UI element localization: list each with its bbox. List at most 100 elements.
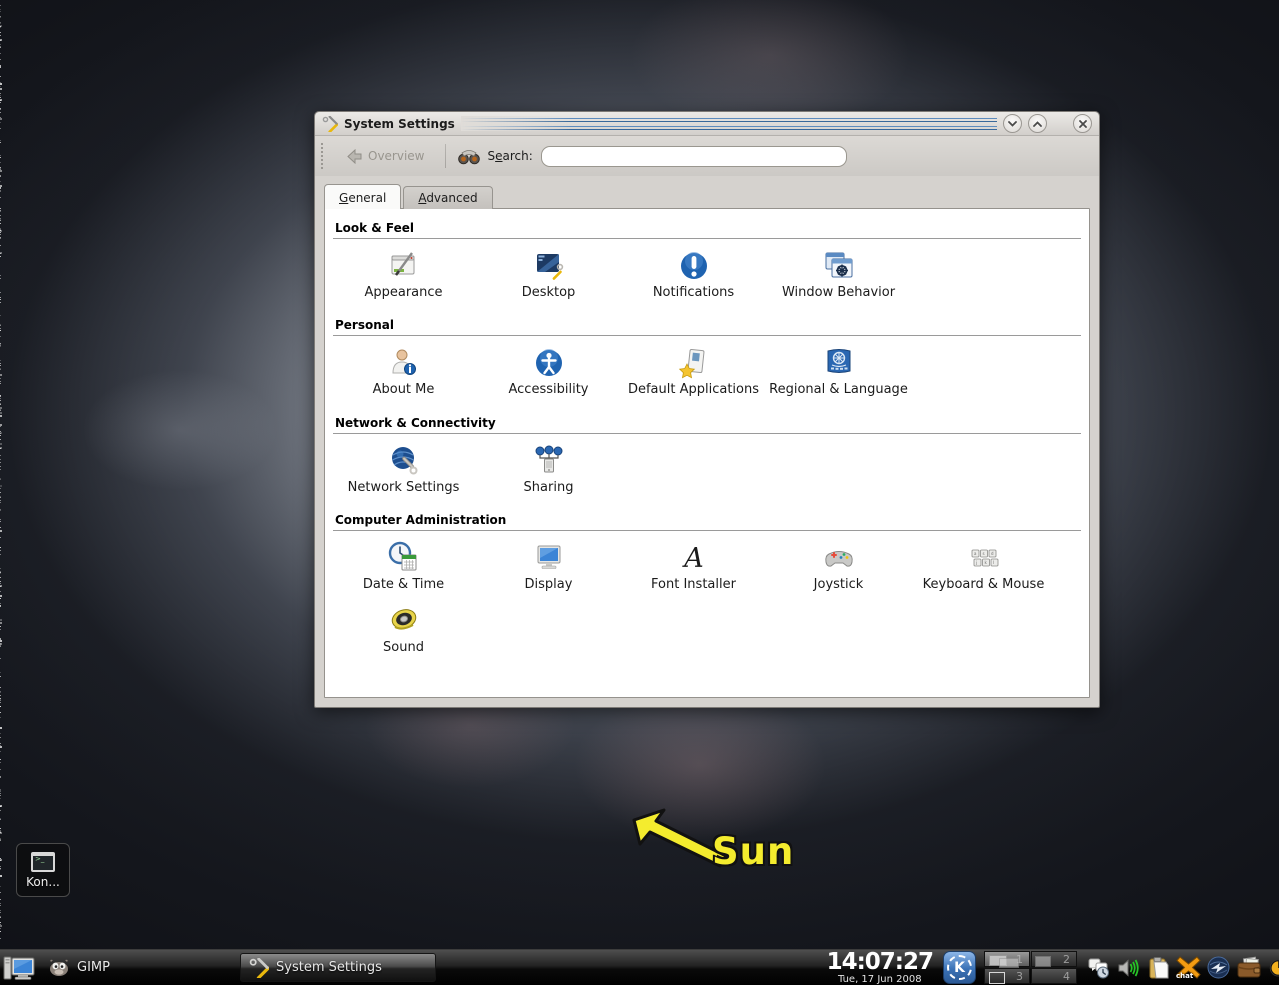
item-accessibility[interactable]: Accessibility [476, 342, 621, 405]
messages-clock-tray-icon[interactable] [1085, 954, 1112, 981]
item-label: Window Behavior [782, 286, 895, 300]
settings-content-panel: Look & Feel Appearance [324, 208, 1090, 698]
date-time-icon [387, 541, 421, 575]
svg-text:j: j [975, 560, 977, 565]
chat-offline-tray-icon[interactable]: chat [1175, 954, 1202, 981]
tab-advanced[interactable]: Advanced [403, 186, 492, 209]
section-title: Look & Feel [331, 219, 1083, 238]
tab-general[interactable]: General [324, 184, 401, 209]
item-appearance[interactable]: Appearance [331, 245, 476, 308]
item-default-applications[interactable]: Default Applications [621, 342, 766, 405]
clock-time: 14:07:27 [827, 951, 933, 974]
section-title: Personal [331, 316, 1083, 335]
task-system-settings[interactable]: System Settings [240, 953, 436, 982]
item-label: Default Applications [628, 383, 759, 397]
sun-annotation-label: Sun [712, 830, 794, 873]
maximize-button[interactable] [1028, 114, 1047, 133]
item-sharing[interactable]: Sharing [476, 440, 621, 503]
kde-gear-icon: K [947, 955, 972, 980]
task-gimp[interactable]: GIMP [40, 953, 236, 982]
taskbar: GIMP System Settings 14:07:27 Tue, 17 Ju… [0, 949, 1279, 985]
back-arrow-icon [346, 149, 363, 164]
system-settings-task-icon [249, 958, 269, 978]
item-joystick[interactable]: Joystick [766, 537, 911, 600]
desktop-settings-icon [532, 249, 566, 283]
minimize-button[interactable] [1003, 114, 1022, 133]
clock-widget[interactable]: 14:07:27 Tue, 17 Jun 2008 [821, 951, 939, 985]
tab-bar: General Advanced [315, 176, 1099, 208]
window-title: System Settings [344, 117, 455, 131]
section-title: Network & Connectivity [331, 414, 1083, 433]
appearance-icon [387, 249, 421, 283]
section-divider [333, 433, 1081, 434]
regional-language-icon [822, 346, 856, 380]
section-look-and-feel: Look & Feel Appearance [331, 219, 1083, 308]
toolbar-separator [445, 144, 446, 168]
wallet-tray-icon[interactable] [1235, 954, 1262, 981]
pager-desktop-3[interactable]: 3 [984, 968, 1030, 984]
toolbar: Overview Search: [315, 136, 1099, 176]
item-notifications[interactable]: Notifications [621, 245, 766, 308]
system-settings-window: System Settings Overview [314, 111, 1100, 708]
task-label: GIMP [77, 960, 110, 975]
network-globe-tray-icon[interactable] [1205, 954, 1232, 981]
volume-tray-icon[interactable] [1115, 954, 1142, 981]
chevron-down-icon [1008, 121, 1017, 127]
desktop-icon-konsole[interactable]: Kon... [16, 843, 70, 897]
accessibility-icon [532, 346, 566, 380]
close-icon [1079, 120, 1087, 128]
item-desktop[interactable]: Desktop [476, 245, 621, 308]
search-input[interactable] [541, 146, 847, 167]
overview-button[interactable]: Overview [338, 146, 433, 167]
clock-date: Tue, 17 Jun 2008 [838, 975, 922, 985]
item-label: Sharing [524, 481, 574, 495]
titlebar-stripes [461, 116, 997, 131]
sharing-icon [532, 444, 566, 478]
item-window-behavior[interactable]: Window Behavior [766, 245, 911, 308]
toolbar-drag-handle[interactable] [321, 143, 328, 169]
keyboard-mouse-icon: asd jkl [967, 541, 1001, 575]
item-sound[interactable]: Sound [331, 600, 476, 663]
search-binoculars-icon [458, 148, 480, 165]
desktop-pager: 1 2 3 4 [984, 951, 1077, 984]
item-label: Display [525, 578, 573, 592]
titlebar[interactable]: System Settings [315, 112, 1099, 136]
section-title: Computer Administration [331, 511, 1083, 530]
display-icon [532, 541, 566, 575]
svg-text:l: l [993, 560, 994, 565]
section-divider [333, 238, 1081, 239]
kde-menu-button[interactable]: K [943, 951, 976, 984]
pager-desktop-2[interactable]: 2 [1031, 951, 1077, 967]
computer-icon [3, 955, 35, 981]
item-label: Accessibility [509, 383, 589, 397]
item-about-me[interactable]: About Me [331, 342, 476, 405]
task-label: System Settings [276, 960, 382, 975]
item-label: Regional & Language [769, 383, 908, 397]
pager-desktop-4[interactable]: 4 [1031, 968, 1077, 984]
svg-text:s: s [982, 551, 984, 556]
item-keyboard-mouse[interactable]: asd jkl Keyboard & Mouse [911, 537, 1056, 600]
svg-text:A: A [681, 543, 704, 574]
notifier-partial-tray-icon[interactable] [1265, 954, 1279, 981]
item-label: Network Settings [348, 481, 460, 495]
notifications-icon [677, 249, 711, 283]
item-label: Joystick [814, 578, 864, 592]
clipboard-tray-icon[interactable] [1145, 954, 1172, 981]
pager-desktop-1[interactable]: 1 [984, 951, 1030, 967]
chevron-up-icon [1033, 121, 1042, 127]
item-label: About Me [373, 383, 435, 397]
item-label: Date & Time [363, 578, 444, 592]
section-computer-administration: Computer Administration [331, 511, 1083, 664]
chat-offline-label: chat [1176, 972, 1193, 980]
overview-label: Overview [368, 149, 425, 163]
network-settings-icon [387, 444, 421, 478]
close-button[interactable] [1073, 114, 1092, 133]
item-regional-language[interactable]: Regional & Language [766, 342, 911, 405]
item-date-time[interactable]: Date & Time [331, 537, 476, 600]
app-launcher-button[interactable] [0, 950, 38, 985]
item-network-settings[interactable]: Network Settings [331, 440, 476, 503]
system-settings-icon [322, 116, 338, 132]
section-personal: Personal About Me [331, 316, 1083, 405]
item-font-installer[interactable]: A Font Installer [621, 537, 766, 600]
item-display[interactable]: Display [476, 537, 621, 600]
